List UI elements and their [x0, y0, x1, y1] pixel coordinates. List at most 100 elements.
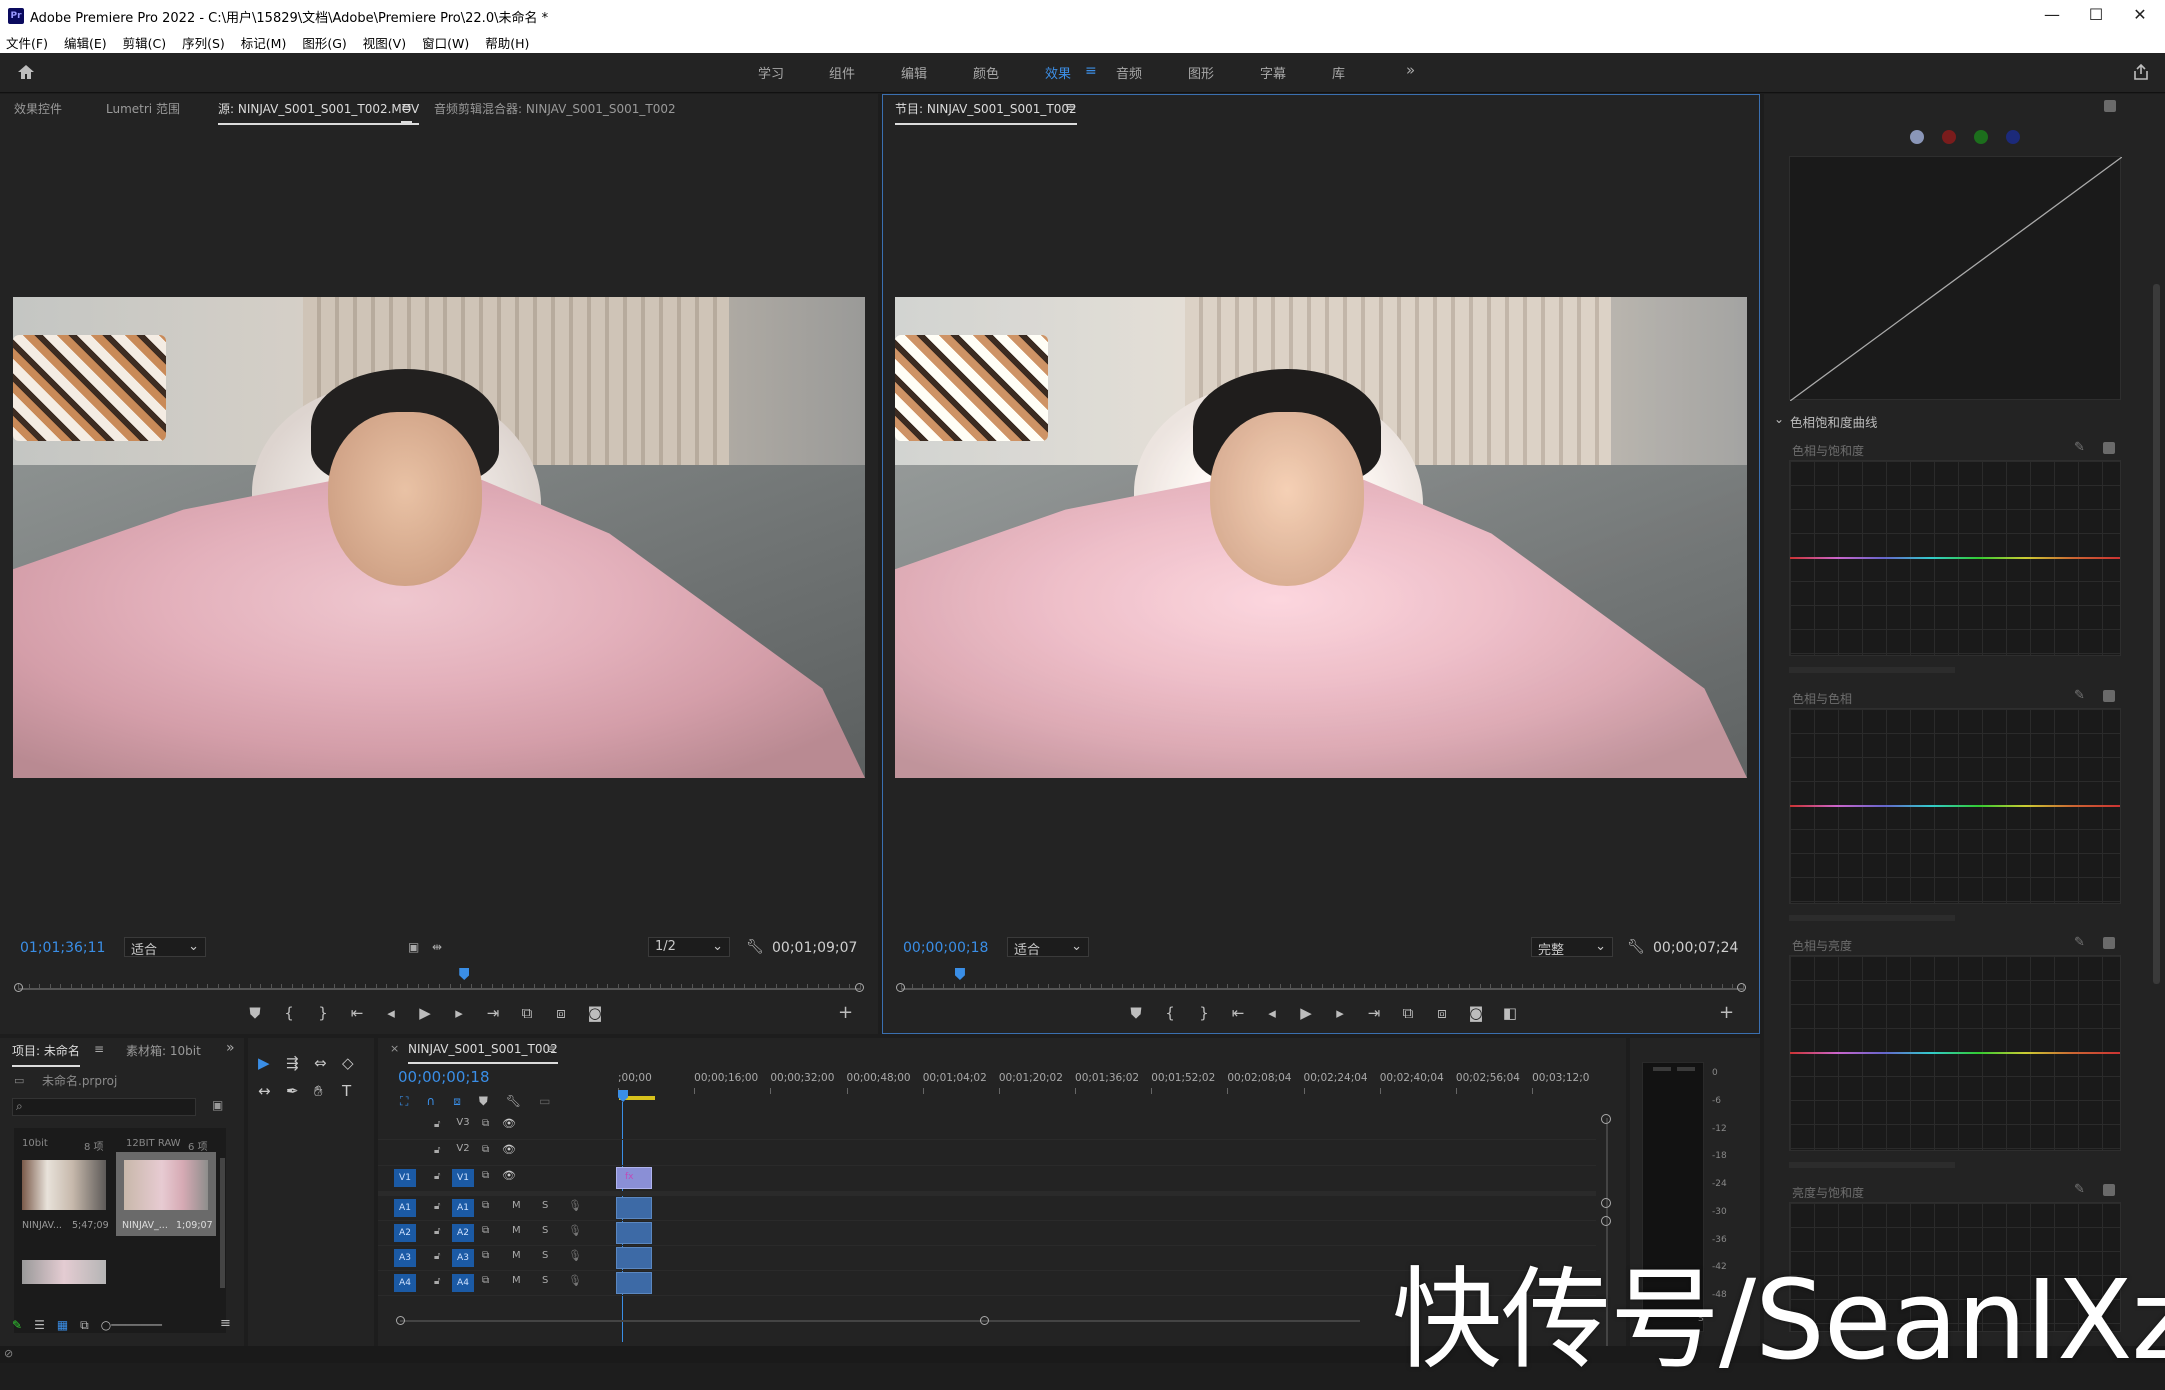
- pen-tool-icon[interactable]: ✒: [286, 1082, 314, 1100]
- lock-icon[interactable]: 🔓︎: [434, 1226, 440, 1237]
- lock-icon[interactable]: 🔓︎: [434, 1201, 440, 1212]
- program-fit-dropdown[interactable]: 适合 ⌄: [1007, 937, 1089, 958]
- eyedropper-icon[interactable]: ✎: [2074, 1182, 2085, 1197]
- step-forward-icon[interactable]: ▸: [448, 1004, 470, 1022]
- microphone-icon[interactable]: 🎙︎: [568, 1249, 582, 1262]
- curve-enable-checkbox[interactable]: [2103, 1184, 2115, 1196]
- hue-vs-hue-scroll[interactable]: [1789, 915, 1955, 921]
- hue-vs-sat-scroll[interactable]: [1789, 667, 1955, 673]
- step-back-icon[interactable]: ◂: [1261, 1004, 1283, 1022]
- audio-clip[interactable]: [616, 1272, 652, 1294]
- timeline-scroll-start-handle[interactable]: [396, 1316, 405, 1325]
- mark-in-icon[interactable]: {: [1159, 1004, 1181, 1022]
- step-back-icon[interactable]: ◂: [380, 1004, 402, 1022]
- microphone-icon[interactable]: 🎙︎: [568, 1199, 582, 1212]
- menu-view[interactable]: 视图(V): [363, 33, 406, 52]
- add-marker-icon[interactable]: ⛊: [479, 1094, 488, 1109]
- timeline-horizontal-scrollbar[interactable]: [400, 1320, 1360, 1322]
- sync-lock-icon[interactable]: ⧉: [482, 1200, 489, 1211]
- menu-window[interactable]: 窗口(W): [422, 33, 469, 52]
- play-icon[interactable]: ▶: [1295, 1004, 1317, 1022]
- clip-thumbnail[interactable]: [22, 1160, 106, 1210]
- sync-lock-icon[interactable]: ⧉: [482, 1250, 489, 1261]
- track-label[interactable]: V2: [452, 1143, 474, 1154]
- lift-icon[interactable]: ⧉: [1397, 1004, 1419, 1022]
- mute-button[interactable]: M: [512, 1275, 521, 1286]
- close-button[interactable]: ✕: [2120, 4, 2160, 26]
- vscroll-mid-handle[interactable]: [1601, 1198, 1611, 1208]
- eye-icon[interactable]: 👁︎: [502, 1143, 516, 1156]
- menu-edit[interactable]: 编辑(E): [64, 33, 107, 52]
- source-ruler-end-handle[interactable]: [855, 983, 864, 992]
- menu-graphics[interactable]: 图形(G): [302, 33, 346, 52]
- lock-icon[interactable]: 🔓︎: [434, 1251, 440, 1262]
- program-menu-icon[interactable]: ≡: [1065, 100, 1076, 115]
- program-current-timecode[interactable]: 00;00;00;18: [903, 940, 988, 956]
- linked-selection-icon[interactable]: ⧈: [453, 1094, 461, 1109]
- menu-file[interactable]: 文件(F): [6, 33, 48, 52]
- source-marker-icon[interactable]: ▣: [408, 940, 419, 954]
- lumetri-scrollbar[interactable]: [2153, 284, 2160, 984]
- tab-audio-clip-mixer[interactable]: 音频剪辑混合器: NINJAV_S001_S001_T002: [434, 100, 676, 117]
- bin-scrollbar[interactable]: [220, 1158, 225, 1288]
- tab-lumetri-scopes[interactable]: Lumetri 范围: [106, 100, 180, 117]
- more-workspaces-icon[interactable]: »: [1406, 61, 1415, 79]
- lock-icon[interactable]: 🔓︎: [434, 1171, 440, 1182]
- track-label[interactable]: V3: [452, 1117, 474, 1128]
- eyedropper-icon[interactable]: ✎: [2074, 440, 2085, 455]
- mark-out-icon[interactable]: }: [1193, 1004, 1215, 1022]
- workspace-libraries[interactable]: 库: [1332, 63, 1345, 82]
- go-to-in-icon[interactable]: ⇤: [1227, 1004, 1249, 1022]
- sort-icon[interactable]: ≡: [220, 1316, 231, 1331]
- mark-out-icon[interactable]: }: [312, 1004, 334, 1022]
- microphone-icon[interactable]: 🎙︎: [568, 1224, 582, 1237]
- program-quality-dropdown[interactable]: 完整 ⌄: [1531, 937, 1613, 958]
- track-label[interactable]: A2: [452, 1224, 474, 1242]
- nest-icon[interactable]: ⛶: [400, 1094, 408, 1109]
- tab-bin-10bit[interactable]: 素材箱: 10bit: [126, 1042, 201, 1059]
- lock-icon[interactable]: 🔓︎: [434, 1276, 440, 1287]
- program-playhead[interactable]: [954, 968, 965, 980]
- workspace-menu-icon[interactable]: ≡: [1085, 63, 1097, 79]
- channel-green[interactable]: [1974, 130, 1988, 144]
- curve-enable-checkbox[interactable]: [2103, 690, 2115, 702]
- sync-lock-icon[interactable]: ⧉: [482, 1275, 489, 1286]
- eyedropper-icon[interactable]: ✎: [2074, 688, 2085, 703]
- section-collapse-icon[interactable]: ⌄: [1774, 412, 1784, 426]
- write-lock-icon[interactable]: ✎: [12, 1318, 22, 1333]
- hue-vs-luma-scroll[interactable]: [1789, 1162, 1955, 1168]
- audio-clip[interactable]: [616, 1247, 652, 1269]
- program-title[interactable]: 节目: NINJAV_S001_S001_T002: [895, 100, 1077, 125]
- type-tool-icon[interactable]: T: [342, 1082, 370, 1100]
- lumetri-top-checkbox[interactable]: [2104, 100, 2116, 112]
- solo-button[interactable]: S: [542, 1275, 548, 1286]
- menu-markers[interactable]: 标记(M): [241, 33, 287, 52]
- go-to-out-icon[interactable]: ⇥: [482, 1004, 504, 1022]
- workspace-assembly[interactable]: 组件: [829, 63, 855, 82]
- razor-tool-icon[interactable]: ◇: [342, 1054, 370, 1072]
- minimize-button[interactable]: —: [2032, 4, 2072, 26]
- maximize-button[interactable]: ☐: [2076, 4, 2116, 26]
- solo-button[interactable]: S: [542, 1200, 548, 1211]
- source-settings-wrench-icon[interactable]: 🔧︎: [746, 939, 764, 955]
- home-icon[interactable]: [16, 63, 36, 81]
- share-icon[interactable]: [2132, 63, 2150, 81]
- vscroll-mid2-handle[interactable]: [1601, 1216, 1611, 1226]
- sync-lock-icon[interactable]: ⧉: [482, 1225, 489, 1236]
- source-drag-icon[interactable]: ⇹: [432, 940, 442, 954]
- eye-icon[interactable]: 👁︎: [502, 1117, 516, 1130]
- source-playhead[interactable]: [459, 968, 470, 980]
- channel-white[interactable]: [1910, 130, 1924, 144]
- lock-icon[interactable]: 🔓︎: [434, 1145, 440, 1156]
- channel-blue[interactable]: [2006, 130, 2020, 144]
- tab-sequence[interactable]: NINJAV_S001_S001_T002: [408, 1042, 558, 1064]
- zoom-slider[interactable]: ○───────: [101, 1318, 162, 1333]
- menu-help[interactable]: 帮助(H): [485, 33, 529, 52]
- workspace-editing[interactable]: 编辑: [901, 63, 927, 82]
- menu-sequence[interactable]: 序列(S): [182, 33, 225, 52]
- source-add-button-icon[interactable]: +: [838, 1002, 853, 1023]
- hue-vs-hue-graph[interactable]: [1789, 708, 2121, 904]
- video-clip[interactable]: fx: [616, 1167, 652, 1189]
- go-to-in-icon[interactable]: ⇤: [346, 1004, 368, 1022]
- timeline-timecode[interactable]: 00;00;00;18: [398, 1068, 490, 1086]
